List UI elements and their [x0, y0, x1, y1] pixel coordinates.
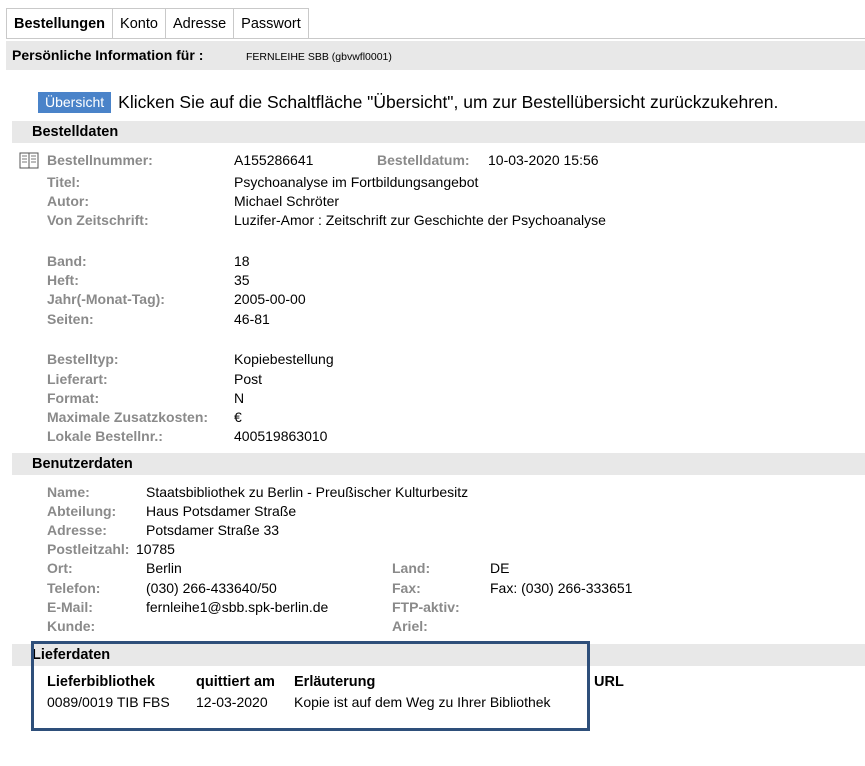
section-bestelldaten: Bestelldaten: [12, 121, 865, 143]
bestelltyp-value: Kopiebestellung: [234, 351, 334, 367]
fax-label: Fax:: [392, 580, 421, 596]
seiten-label: Seiten:: [47, 311, 94, 327]
personal-info-label: Persönliche Information für :: [12, 47, 204, 63]
tab-konto[interactable]: Konto: [113, 9, 166, 39]
overview-button[interactable]: Übersicht: [38, 92, 112, 113]
bestellnummer-label: Bestellnummer:: [47, 152, 153, 168]
bestellnummer-value: A155286641: [234, 152, 314, 168]
autor-label: Autor:: [47, 193, 89, 209]
plz-label: Postleitzahl:: [47, 541, 130, 557]
bestelltyp-label: Bestelltyp:: [47, 351, 119, 367]
jahr-value: 2005-00-00: [234, 291, 306, 307]
adresse-value: Potsdamer Straße 33: [146, 522, 280, 538]
format-label: Format:: [47, 390, 100, 406]
autor-value: Michael Schröter: [234, 193, 340, 209]
highlight-box: [31, 641, 590, 731]
zeitschrift-value: Luzifer-Amor : Zeitschrift zur Geschicht…: [234, 212, 606, 228]
lieferart-value: Post: [234, 371, 263, 387]
section-title: Benutzerdaten: [32, 456, 133, 472]
telefon-value: (030) 266-433640/50: [146, 580, 277, 596]
format-value: N: [234, 390, 245, 406]
land-label: Land:: [392, 560, 431, 576]
kosten-value: €: [234, 409, 242, 425]
lokale-value: 400519863010: [234, 428, 328, 444]
tab-divider: [6, 38, 865, 39]
kunde-label: Kunde:: [47, 618, 96, 634]
lieferart-label: Lieferart:: [47, 371, 108, 387]
ort-label: Ort:: [47, 560, 73, 576]
name-label: Name:: [47, 484, 90, 500]
tab-bar: Bestellungen Konto Adresse Passwort: [6, 8, 309, 39]
ftp-label: FTP-aktiv:: [392, 599, 460, 615]
personal-info-bar: Persönliche Information für : FERNLEIHE …: [6, 41, 865, 70]
section-benutzerdaten: Benutzerdaten: [12, 453, 865, 475]
plz-value: 10785: [136, 541, 175, 557]
ariel-label: Ariel:: [392, 618, 428, 634]
email-value[interactable]: fernleihe1@sbb.spk-berlin.de: [146, 599, 328, 615]
personal-info-value: FERNLEIHE SBB (gbvwfl0001): [246, 51, 392, 63]
overview-hint: Klicken Sie auf die Schaltfläche "Übersi…: [118, 92, 779, 112]
email-label: E-Mail:: [47, 599, 93, 615]
jahr-label: Jahr(-Monat-Tag):: [47, 291, 165, 307]
section-title: Bestelldaten: [32, 124, 119, 140]
ort-value: Berlin: [146, 560, 182, 576]
adresse-label: Adresse:: [47, 522, 107, 538]
telefon-label: Telefon:: [47, 580, 101, 596]
titel-value: Psychoanalyse im Fortbildungsangebot: [234, 174, 479, 190]
seiten-value: 46-81: [234, 311, 270, 327]
tab-passwort[interactable]: Passwort: [234, 9, 308, 39]
band-label: Band:: [47, 253, 87, 269]
abteilung-label: Abteilung:: [47, 503, 117, 519]
tab-adresse[interactable]: Adresse: [166, 9, 235, 39]
overview-row: Übersicht Klicken Sie auf die Schaltfläc…: [38, 92, 778, 113]
land-value: DE: [490, 560, 510, 576]
abteilung-value: Haus Potsdamer Straße: [146, 503, 297, 519]
band-value: 18: [234, 253, 250, 269]
kosten-label: Maximale Zusatzkosten:: [47, 409, 209, 425]
document-icon[interactable]: [19, 152, 39, 169]
zeitschrift-label: Von Zeitschrift:: [47, 212, 149, 228]
heft-value: 35: [234, 272, 250, 288]
heft-label: Heft:: [47, 272, 79, 288]
fax-value: Fax: (030) 266-333651: [490, 580, 633, 596]
lokale-label: Lokale Bestellnr.:: [47, 428, 163, 444]
column-header-url: URL: [594, 674, 624, 690]
bestelldatum-label: Bestelldatum:: [377, 152, 470, 168]
titel-label: Titel:: [47, 174, 81, 190]
tab-bestellungen[interactable]: Bestellungen: [7, 9, 114, 39]
bestelldatum-value: 10-03-2020 15:56: [488, 152, 599, 168]
name-value: Staatsbibliothek zu Berlin - Preußischer…: [146, 484, 469, 500]
